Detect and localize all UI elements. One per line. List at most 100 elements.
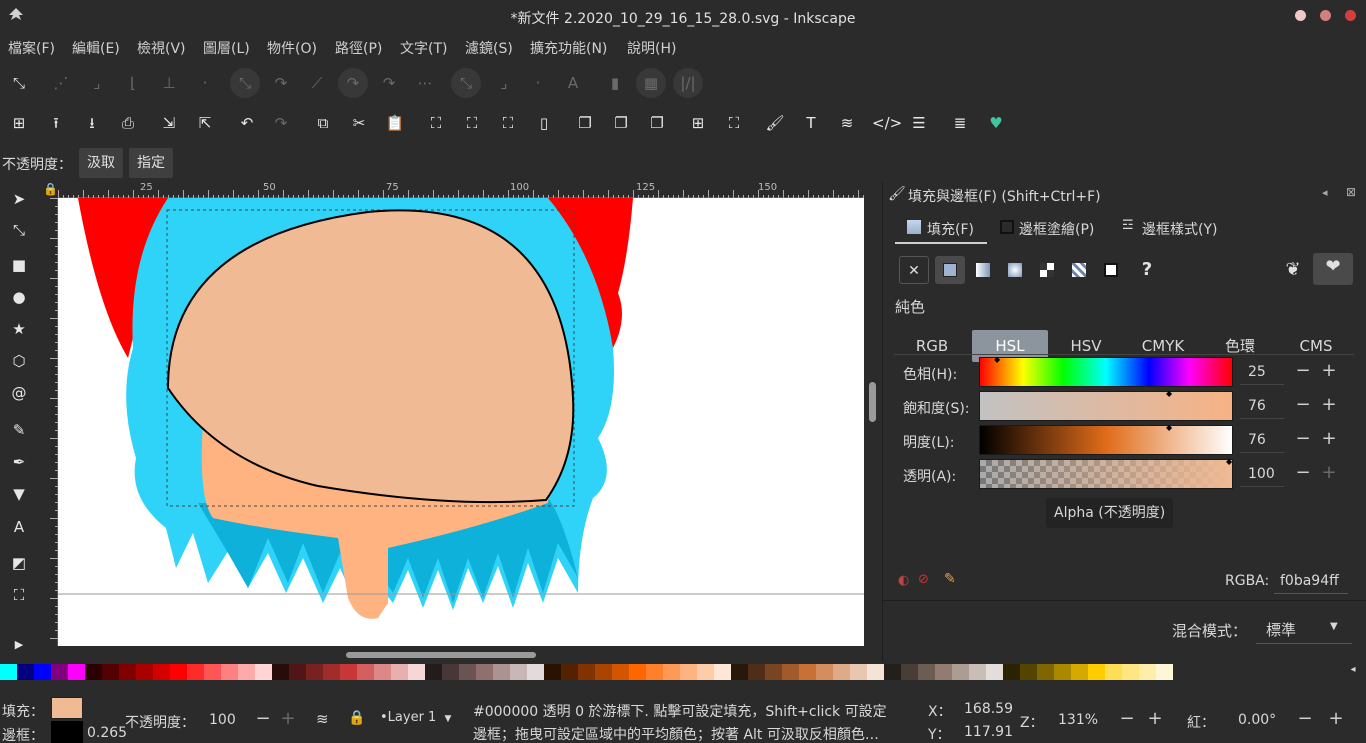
hue-slider[interactable]: ◆	[979, 355, 1233, 387]
palette-swatch[interactable]	[1071, 664, 1088, 680]
palette-swatch[interactable]	[510, 664, 527, 680]
hue-decrement-button[interactable]: −	[1294, 360, 1312, 381]
palette-swatch[interactable]	[765, 664, 782, 680]
lightness-value-input[interactable]: 76	[1240, 427, 1284, 453]
tab-stroke-paint[interactable]: 邊框塗繪(P)	[998, 212, 1110, 244]
palette-swatch[interactable]	[833, 664, 850, 680]
palette-swatch[interactable]	[663, 664, 680, 680]
palette-swatch[interactable]	[731, 664, 748, 680]
lightness-decrement-button[interactable]: −	[1294, 428, 1312, 449]
palette-swatch[interactable]	[1054, 664, 1071, 680]
snap-line-midpoint-icon[interactable]: ↷	[378, 72, 400, 94]
palette-swatch[interactable]	[714, 664, 731, 680]
minimize-button[interactable]	[1295, 10, 1306, 21]
ungroup-icon[interactable]: ⛶	[723, 112, 745, 134]
palette-swatch[interactable]	[884, 664, 901, 680]
palette-swatch[interactable]	[544, 664, 561, 680]
snap-object-center-icon[interactable]: ⋯	[414, 72, 436, 94]
palette-swatch[interactable]	[425, 664, 442, 680]
palette-swatch[interactable]	[1105, 664, 1122, 680]
alpha-decrement-button[interactable]: −	[1294, 462, 1312, 483]
menu-view[interactable]: 檢視(V)	[137, 38, 186, 58]
menu-object[interactable]: 物件(O)	[267, 38, 317, 58]
lightness-increment-button[interactable]: +	[1320, 428, 1338, 449]
paste-icon[interactable]: 📋	[384, 112, 406, 134]
linear-gradient-button[interactable]	[968, 256, 998, 284]
hue-value-input[interactable]: 25	[1240, 359, 1284, 385]
selector-tool-icon[interactable]: ➤	[8, 188, 30, 210]
rotate-decrement-button[interactable]: −	[1296, 708, 1314, 729]
tab-fill[interactable]: 填充(F)	[895, 212, 987, 244]
palette-swatch[interactable]	[1156, 664, 1173, 680]
stroke-width-value[interactable]: 0.265	[87, 725, 127, 741]
text-tool-icon[interactable]: A	[8, 516, 30, 538]
xml-editor-icon[interactable]: </>	[872, 112, 902, 134]
saturation-increment-button[interactable]: +	[1320, 394, 1338, 415]
text-font-icon[interactable]: T	[800, 112, 822, 134]
palette-swatch[interactable]	[595, 664, 612, 680]
saturation-slider-handle[interactable]: ◆	[1166, 389, 1172, 398]
zoom-drawing-icon[interactable]: ⛶	[461, 112, 483, 134]
palette-swatch[interactable]	[799, 664, 816, 680]
palette-swatch[interactable]	[867, 664, 884, 680]
mesh-gradient-button[interactable]	[1032, 256, 1062, 284]
palette-swatch[interactable]	[357, 664, 374, 680]
snap-toggle-icon[interactable]: ⤡	[8, 72, 30, 94]
pattern-button[interactable]	[1064, 256, 1094, 284]
calligraphy-tool-icon[interactable]: ▼	[8, 483, 30, 505]
palette-swatch[interactable]	[459, 664, 476, 680]
palette-menu-icon[interactable]: ◂	[1340, 664, 1366, 680]
zoom-out-button[interactable]: −	[1118, 708, 1136, 729]
alpha-slider-handle[interactable]: ◆	[1226, 457, 1232, 466]
close-button[interactable]	[1345, 10, 1356, 21]
redo-icon[interactable]: ↷	[270, 112, 292, 134]
dock-close-icon[interactable]: ⊠	[1346, 185, 1356, 199]
snap-path-intersection-icon[interactable]: ↷	[270, 72, 292, 94]
palette-swatch[interactable]	[1003, 664, 1020, 680]
undo-icon[interactable]: ↶	[236, 112, 258, 134]
palette-swatch[interactable]	[1139, 664, 1156, 680]
palette-swatch[interactable]	[578, 664, 595, 680]
alpha-value-input[interactable]: 100	[1240, 461, 1284, 487]
palette-swatch[interactable]	[850, 664, 867, 680]
fill-stroke-icon[interactable]: 🖌	[764, 112, 786, 134]
print-icon[interactable]: ⎙	[117, 112, 139, 134]
align-distribute-icon[interactable]: ☰	[908, 112, 930, 134]
palette-swatch[interactable]	[561, 664, 578, 680]
palette-swatch[interactable]	[153, 664, 170, 680]
zoom-in-button[interactable]: +	[1146, 708, 1164, 729]
rect-tool-icon[interactable]: ■	[8, 254, 30, 276]
vertical-scroll-thumb[interactable]	[869, 382, 876, 422]
palette-swatch[interactable]	[901, 664, 918, 680]
pencil-tool-icon[interactable]: ✎	[8, 419, 30, 441]
palette-swatch[interactable]	[476, 664, 493, 680]
color-picker-icon[interactable]: ✎	[944, 571, 956, 587]
palette-swatch[interactable]	[204, 664, 221, 680]
maximize-button[interactable]	[1320, 10, 1331, 21]
horizontal-ruler[interactable]: 25 50 75 100 125 150	[58, 182, 864, 198]
palette-swatch[interactable]	[374, 664, 391, 680]
fill-swatch[interactable]	[51, 697, 83, 719]
mode-tab-rgb[interactable]: RGB	[894, 330, 970, 362]
artwork[interactable]	[58, 198, 864, 646]
layers-icon[interactable]: ≋	[316, 710, 329, 728]
palette-swatch[interactable]	[119, 664, 136, 680]
hue-increment-button[interactable]: +	[1320, 360, 1338, 381]
snap-guide-icon[interactable]: |/|	[673, 68, 703, 98]
palette-swatch[interactable]	[935, 664, 952, 680]
opacity-input[interactable]: 100	[205, 708, 249, 732]
menu-help[interactable]: 說明(H)	[627, 38, 676, 58]
lock-guides-icon[interactable]: 🔒	[43, 182, 58, 196]
palette-swatch[interactable]	[0, 664, 17, 680]
ellipse-tool-icon[interactable]: ●	[8, 286, 30, 308]
snap-path-icon[interactable]: ⤡	[230, 68, 260, 98]
palette-swatch[interactable]	[646, 664, 663, 680]
color-palette[interactable]	[0, 664, 1340, 680]
horizontal-scroll-thumb[interactable]	[346, 652, 536, 658]
lightness-slider[interactable]: ◆	[979, 423, 1233, 455]
palette-swatch[interactable]	[272, 664, 289, 680]
tab-stroke-style[interactable]: ☲ 邊框樣式(Y)	[1120, 212, 1230, 244]
layer-select[interactable]: •Layer 1 ▼	[380, 710, 451, 725]
alpha-slider[interactable]: ◆	[979, 457, 1233, 489]
snap-bbox-corner-icon[interactable]: ⌟	[86, 72, 108, 94]
